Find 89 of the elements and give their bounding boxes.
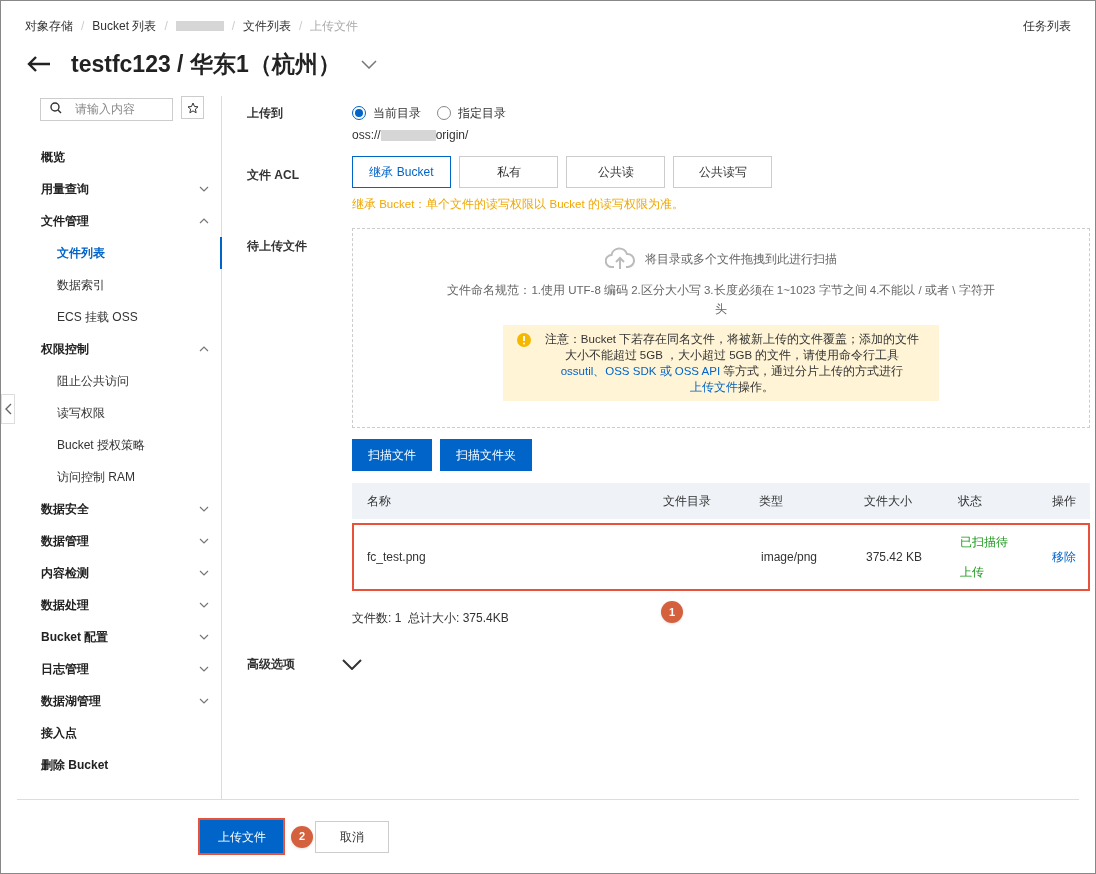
scan-button[interactable]: 扫描文件夹: [440, 439, 532, 472]
nav-group[interactable]: 接入点: [17, 717, 221, 749]
nav-item[interactable]: 访问控制 RAM: [17, 461, 221, 493]
chevron-down-icon: [199, 602, 209, 608]
field-label: 上传到: [247, 105, 284, 122]
breadcrumb-separator: /: [164, 18, 168, 35]
search-field[interactable]: 请输入内容: [40, 97, 173, 121]
nav-item[interactable]: ECS 挂载 OSS: [17, 301, 221, 333]
acl-option[interactable]: 继承 Bucket: [352, 156, 451, 188]
breadcrumb-item[interactable]: Bucket 列表: [92, 17, 157, 35]
task-list-link[interactable]: 任务列表: [1023, 17, 1071, 35]
page-title: testfc123 / 华东1（杭州）: [71, 49, 341, 79]
back-arrow-icon[interactable]: [27, 55, 51, 73]
acl-option[interactable]: 公共读写: [673, 156, 772, 188]
nav-item[interactable]: 文件列表: [17, 237, 222, 269]
table-cell-text: image/png: [760, 549, 819, 567]
path-suffix: origin/: [435, 127, 469, 144]
cancel-button[interactable]: 取消: [315, 820, 389, 853]
field-label: 高级选项: [247, 656, 296, 674]
notice-link[interactable]: ossutil、OSS SDK 或 OSS API: [560, 365, 721, 378]
nav-group[interactable]: 概览: [17, 141, 221, 173]
path-prefix: oss://: [352, 127, 381, 144]
field-label: 文件 ACL: [247, 167, 300, 184]
step-badge: 1: [661, 601, 683, 624]
column-header: 文件大小: [863, 493, 913, 511]
step-badge: 2: [291, 825, 313, 848]
column-header: 文件目录: [662, 493, 712, 511]
drop-zone[interactable]: [352, 228, 1090, 429]
table-cell-text: 375.42 KB: [865, 549, 924, 567]
drop-text: 将目录或多个文件拖拽到此进行扫描: [645, 251, 837, 269]
chevron-down-icon: [199, 666, 209, 672]
table-cell-text: fc_test.png: [366, 549, 427, 567]
radio-option[interactable]: 指定目录: [437, 104, 506, 122]
chevron-down-icon: [199, 570, 209, 576]
nav-group[interactable]: 数据处理: [17, 589, 221, 621]
chevron-down-icon: [199, 506, 209, 512]
notice-link[interactable]: 上传文件: [690, 381, 738, 394]
chevron-down-icon: [199, 698, 209, 704]
chevron-down-icon[interactable]: [342, 658, 362, 670]
nav-group[interactable]: 数据管理: [17, 525, 221, 557]
breadcrumb-separator: /: [299, 18, 303, 35]
breadcrumb-item: 上传文件: [310, 18, 359, 35]
nav-group[interactable]: 权限控制: [17, 333, 221, 365]
status-text: 已扫描待上传: [959, 534, 1009, 582]
nav-group[interactable]: 数据安全: [17, 493, 221, 525]
chevron-up-icon: [199, 218, 209, 224]
breadcrumb-separator: /: [231, 18, 236, 35]
star-icon: [186, 101, 199, 114]
breadcrumb-separator: /: [81, 18, 85, 35]
chevron-down-icon: [199, 538, 209, 544]
notice-text: 注意：Bucket 下若存在同名文件，将被新上传的文件覆盖；添加的文件大小不能超过 5GB ，大小超过 5GB 的文件，请使用命令行工具 ossutil、OSS SDK 或 OSS API 等方式，通过分片上传的方式进行 上传文件操作。: [543, 332, 921, 396]
breadcrumb-item[interactable]: 对象存储: [25, 17, 73, 35]
star-button[interactable]: [181, 96, 204, 119]
acl-option[interactable]: 私有: [459, 156, 558, 188]
nav-group[interactable]: 日志管理: [17, 653, 221, 685]
column-header: 状态: [957, 493, 983, 511]
naming-rule: 文件命名规范：1.使用 UTF-8 编码 2.区分大小写 3.长度必须在 1~1023 字节之间 4.不能以 / 或者 \ 字符开头: [446, 283, 996, 318]
chevron-down-icon: [199, 634, 209, 640]
scan-button[interactable]: 扫描文件: [352, 439, 432, 472]
nav-group[interactable]: Bucket 配置: [17, 621, 221, 653]
chevron-up-icon: [199, 346, 209, 352]
column-header: 名称: [366, 493, 392, 511]
file-summary: 文件数: 1 总计大小: 375.4KB: [352, 610, 509, 628]
nav-item[interactable]: Bucket 授权策略: [17, 429, 221, 461]
chevron-down-icon: [199, 186, 209, 192]
column-header: 操作: [1051, 493, 1077, 511]
cloud-upload-icon: [605, 247, 635, 272]
nav-group[interactable]: 删除 Bucket: [17, 749, 221, 781]
nav-group[interactable]: 用量查询: [17, 173, 221, 205]
nav-item[interactable]: 读写权限: [17, 397, 221, 429]
redacted-text: [380, 129, 436, 141]
collapse-handle[interactable]: [1, 394, 15, 424]
redacted-text: [175, 21, 224, 31]
upload-button[interactable]: 上传文件: [200, 820, 283, 853]
warning-icon: [517, 333, 531, 348]
remove-link[interactable]: 移除: [1052, 548, 1076, 567]
nav-group[interactable]: 文件管理: [17, 205, 221, 237]
chevron-left-icon: [4, 403, 12, 415]
breadcrumb-item[interactable]: 文件列表: [243, 17, 292, 35]
nav-group[interactable]: 数据湖管理: [17, 685, 221, 717]
column-header: 类型: [758, 493, 784, 511]
acl-option[interactable]: 公共读: [566, 156, 665, 188]
acl-hint: 继承 Bucket：单个文件的读写权限以 Bucket 的读写权限为准。: [352, 197, 685, 212]
radio-option[interactable]: 当前目录: [352, 104, 421, 122]
nav-group[interactable]: 内容检测: [17, 557, 221, 589]
field-label: 待上传文件: [247, 238, 308, 256]
nav-item[interactable]: 数据索引: [17, 269, 221, 301]
nav-item[interactable]: 阻止公共访问: [17, 365, 221, 397]
search-icon: [50, 102, 62, 114]
